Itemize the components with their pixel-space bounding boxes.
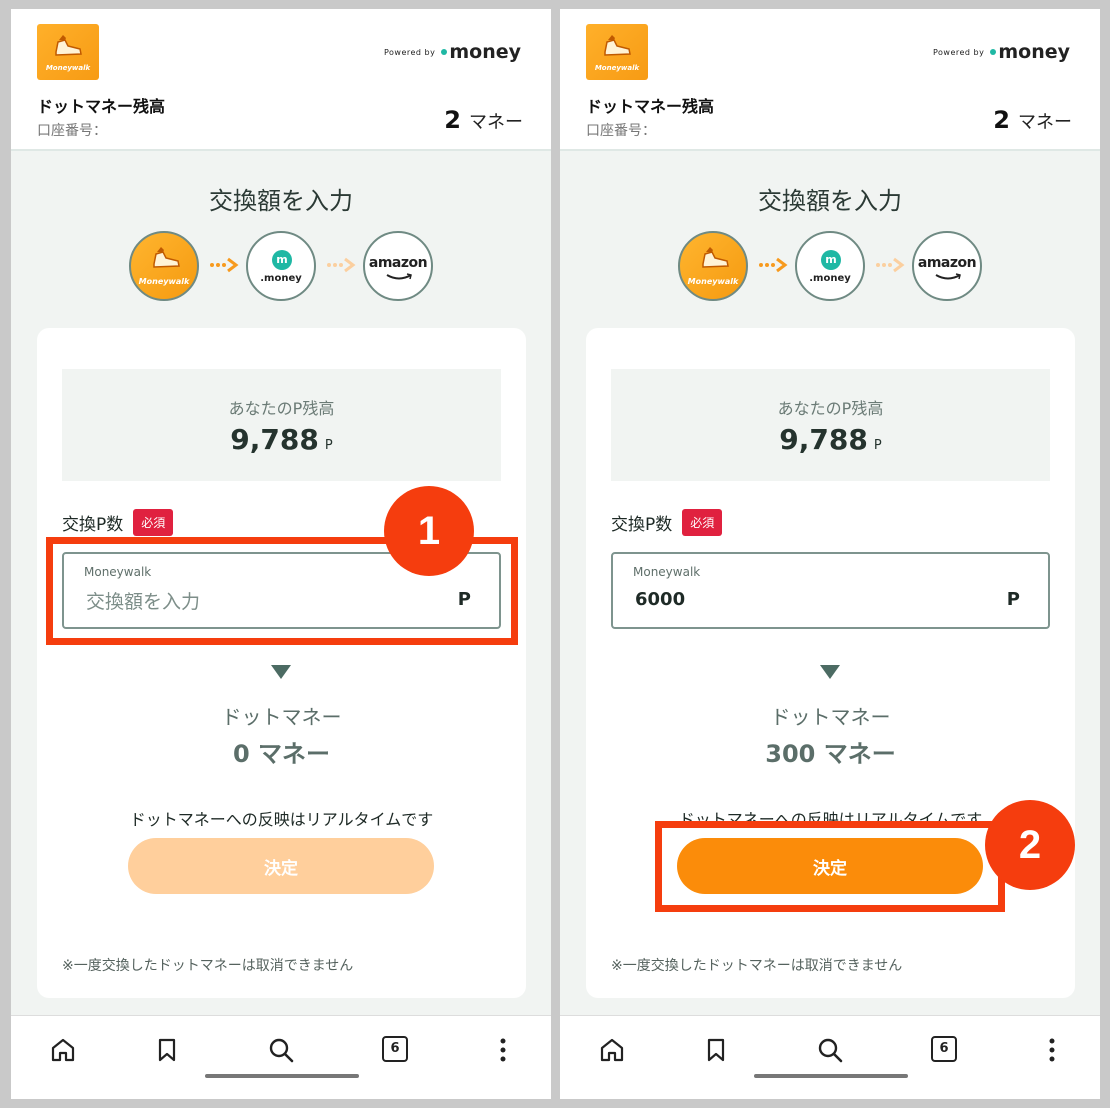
- amazon-circle: amazon: [912, 231, 982, 301]
- balance-value: 2 マネー: [444, 106, 523, 134]
- bookmark-icon[interactable]: [153, 1036, 181, 1064]
- home-icon[interactable]: [49, 1036, 77, 1064]
- cancel-note: ※一度交換したドットマネーは取消できません: [611, 958, 903, 974]
- arrow-right-icon: [210, 257, 239, 273]
- points-balance-box: あなたのP残高 9,788 P: [611, 369, 1050, 481]
- amazon-label: amazon: [368, 255, 428, 271]
- points-balance-box: あなたのP残高 9,788 P: [62, 369, 501, 481]
- realtime-note: ドットマネーへの反映はリアルタイムです: [129, 810, 434, 829]
- bottom-nav: 6: [560, 1015, 1100, 1099]
- exchange-points-label: 交換P数 必須: [611, 509, 723, 536]
- phone-screen-right: Moneywalk Powered by money ドットマネー残高 口座番号…: [560, 9, 1100, 1099]
- moneywalk-circle: Moneywalk: [678, 231, 748, 301]
- input-value: 6000: [635, 589, 686, 610]
- bookmark-icon[interactable]: [702, 1036, 730, 1064]
- money-brand: money: [998, 41, 1070, 63]
- step-badge-1: 1: [384, 486, 474, 576]
- balance-title: ドットマネー残高: [37, 97, 166, 116]
- home-indicator: [754, 1074, 908, 1078]
- amazon-smile-icon: [935, 273, 961, 280]
- step-badge-2: 2: [985, 800, 1075, 890]
- balance-unit: マネー: [1018, 112, 1072, 133]
- dot-icon: [990, 49, 997, 55]
- header: Moneywalk Powered by money ドットマネー残高 口座番号…: [11, 9, 551, 151]
- amazon-smile-icon: [386, 273, 412, 280]
- field-label-text: 交換P数: [611, 515, 673, 535]
- cancel-note: ※一度交換したドットマネーは取消できません: [62, 958, 354, 974]
- account-number-label: 口座番号：: [37, 123, 107, 139]
- balance-value: 2 マネー: [993, 106, 1072, 134]
- arrow-right-icon: [759, 257, 788, 273]
- dotmoney-badge-icon: m: [821, 250, 841, 270]
- dotmoney-circle: m .money: [795, 231, 865, 301]
- home-indicator: [205, 1074, 359, 1078]
- amazon-circle: amazon: [363, 231, 433, 301]
- moneywalk-logo: Moneywalk: [37, 24, 99, 80]
- tabs-icon[interactable]: 6: [382, 1036, 410, 1064]
- logo-text: Moneywalk: [45, 64, 91, 72]
- powered-by-dotmoney: Powered by money: [384, 41, 521, 63]
- dotmoney-result-value: 300 マネー: [765, 740, 896, 768]
- tabs-count: 6: [382, 1036, 408, 1062]
- account-number-label: 口座番号：: [586, 123, 656, 139]
- moneywalk-circle: Moneywalk: [129, 231, 199, 301]
- logo-text: Moneywalk: [594, 64, 640, 72]
- dotmoney-result-label: ドットマネー: [221, 705, 342, 729]
- balance-title: ドットマネー残高: [586, 97, 715, 116]
- page-title: 交換額を入力: [758, 187, 902, 215]
- dot-icon: [441, 49, 448, 55]
- points-balance-label: あなたのP残高: [777, 399, 884, 418]
- more-vertical-icon[interactable]: [1038, 1036, 1066, 1064]
- dotmoney-label: .money: [260, 273, 302, 284]
- money-brand: money: [449, 41, 521, 63]
- tabs-count: 6: [931, 1036, 957, 1062]
- powered-by-dotmoney: Powered by money: [933, 41, 1070, 63]
- dotmoney-badge-icon: m: [272, 250, 292, 270]
- powered-by-label: Powered by: [383, 47, 436, 57]
- sneaker-icon: [153, 247, 180, 268]
- more-vertical-icon[interactable]: [489, 1036, 517, 1064]
- search-icon[interactable]: [816, 1036, 844, 1064]
- arrow-right-icon: [876, 257, 905, 273]
- page-title: 交換額を入力: [209, 187, 353, 215]
- required-badge: 必須: [133, 509, 174, 536]
- balance-amount: 2: [993, 106, 1010, 134]
- header: Moneywalk Powered by money ドットマネー残高 口座番号…: [560, 9, 1100, 151]
- amazon-label: amazon: [917, 255, 977, 271]
- exchange-points-label: 交換P数 必須: [62, 509, 174, 536]
- exchange-card: あなたのP残高 9,788 P 交換P数 必須 Moneywalk 交換額を入力 …: [37, 328, 526, 998]
- submit-button[interactable]: 決定: [128, 838, 434, 894]
- powered-by-label: Powered by: [932, 47, 985, 57]
- points-balance-label: あなたのP残高: [228, 399, 335, 418]
- required-badge: 必須: [682, 509, 723, 536]
- arrow-right-icon: [327, 257, 356, 273]
- dotmoney-result-value: 0 マネー: [232, 740, 331, 768]
- moneywalk-label: Moneywalk: [687, 277, 739, 286]
- sneaker-icon: [604, 35, 631, 56]
- dotmoney-circle: m .money: [246, 231, 316, 301]
- input-floating-label: Moneywalk: [633, 565, 701, 579]
- field-label-text: 交換P数: [62, 515, 124, 535]
- home-icon[interactable]: [598, 1036, 626, 1064]
- moneywalk-logo: Moneywalk: [586, 24, 648, 80]
- moneywalk-label: Moneywalk: [138, 277, 190, 286]
- input-unit: P: [1006, 589, 1020, 610]
- bottom-nav: 6: [11, 1015, 551, 1099]
- sneaker-icon: [55, 35, 82, 56]
- exchange-points-input[interactable]: Moneywalk 6000 P: [611, 552, 1050, 629]
- dotmoney-label: .money: [809, 273, 851, 284]
- tabs-icon[interactable]: 6: [931, 1036, 959, 1064]
- dotmoney-result-label: ドットマネー: [770, 705, 891, 729]
- triangle-down-icon: [271, 665, 291, 679]
- points-unit: P: [873, 438, 882, 453]
- highlight-frame-button: [655, 821, 1005, 912]
- sneaker-icon: [702, 247, 729, 268]
- balance-unit: マネー: [469, 112, 523, 133]
- points-balance-value: 9,788: [779, 423, 868, 456]
- search-icon[interactable]: [267, 1036, 295, 1064]
- triangle-down-icon: [820, 665, 840, 679]
- points-unit: P: [324, 438, 333, 453]
- points-balance-value: 9,788: [230, 423, 319, 456]
- balance-amount: 2: [444, 106, 461, 134]
